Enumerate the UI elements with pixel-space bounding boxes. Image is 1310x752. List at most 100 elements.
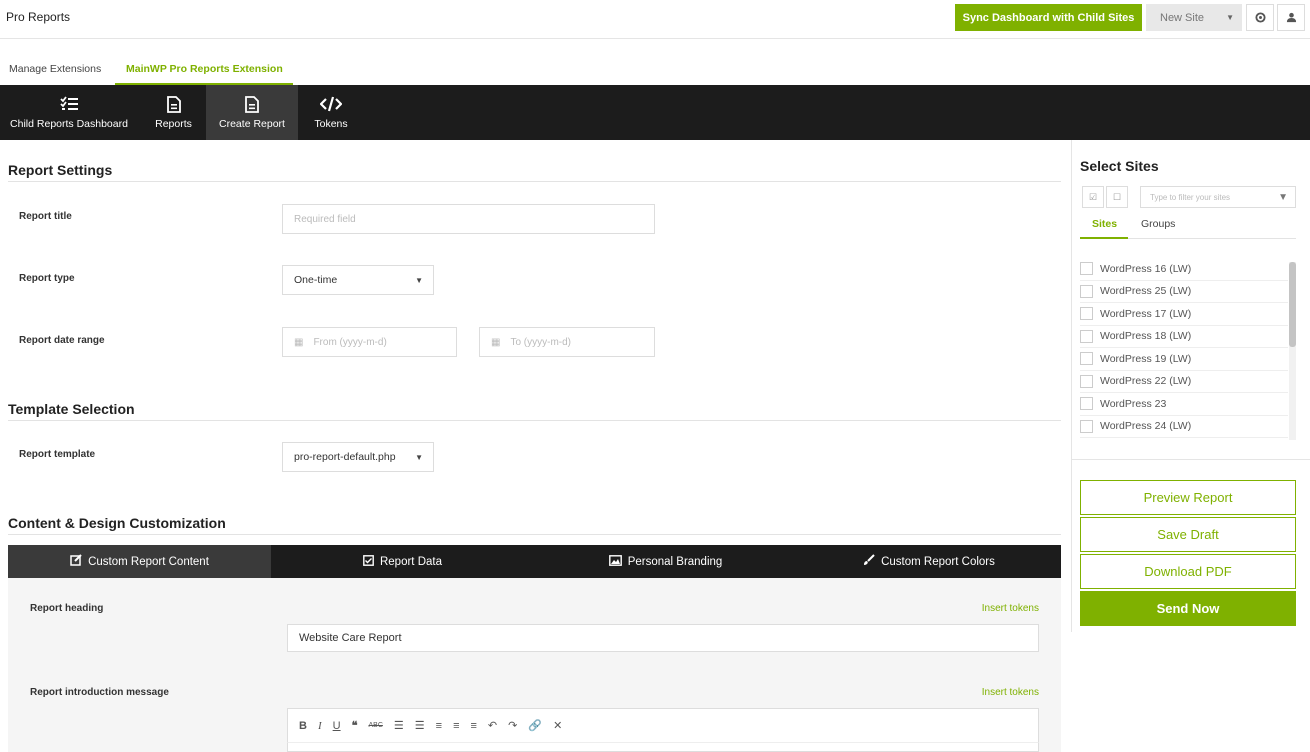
blockquote-icon[interactable]: ❝ <box>352 719 358 732</box>
tab-sites[interactable]: Sites <box>1092 218 1117 230</box>
date-from-input[interactable]: ▦ From (yyyy-m-d) <box>282 327 457 357</box>
date-to-placeholder: To (yyyy-m-d) <box>510 336 572 348</box>
tab-label: Personal Branding <box>627 555 723 568</box>
tab-groups[interactable]: Groups <box>1141 218 1175 230</box>
new-site-button[interactable]: New Site ▼ <box>1146 4 1242 31</box>
align-right-icon[interactable]: ≡ <box>471 720 477 732</box>
chevron-down-icon: ▼ <box>1226 13 1234 22</box>
italic-icon[interactable]: I <box>318 720 322 732</box>
report-title-label: Report title <box>19 211 72 222</box>
top-bar: Pro Reports Sync Dashboard with Child Si… <box>0 0 1310 39</box>
site-row[interactable]: WordPress 24 (LW) <box>1080 416 1288 438</box>
site-row[interactable]: WordPress 19 (LW) <box>1080 348 1288 371</box>
tasks-list-icon <box>60 95 78 113</box>
site-checkbox[interactable] <box>1080 397 1093 411</box>
sub-navigation: Manage Extensions MainWP Pro Reports Ext… <box>0 56 1310 85</box>
site-row[interactable]: WordPress 23 <box>1080 393 1288 416</box>
checkbox-icon <box>363 554 374 569</box>
numbered-list-icon[interactable]: ☰ <box>415 719 425 732</box>
report-heading-label: Report heading <box>30 603 104 614</box>
strikethrough-icon[interactable]: ABC <box>369 722 383 729</box>
site-row[interactable]: WordPress 18 (LW) <box>1080 326 1288 348</box>
report-heading-input[interactable]: Website Care Report <box>287 624 1039 652</box>
tab-tokens[interactable]: Tokens <box>300 85 362 140</box>
tab-personal-branding[interactable]: Personal Branding <box>534 545 797 578</box>
report-type-select[interactable]: One-time ▼ <box>282 265 434 295</box>
tab-custom-report-colors[interactable]: Custom Report Colors <box>797 545 1061 578</box>
support-icon[interactable] <box>1246 4 1274 31</box>
report-template-select[interactable]: pro-report-default.php ▼ <box>282 442 434 472</box>
new-site-label: New Site <box>1160 11 1205 24</box>
divider <box>8 181 1061 182</box>
code-icon <box>320 95 342 113</box>
fullscreen-icon[interactable]: ✕ <box>553 719 562 732</box>
site-checkbox[interactable] <box>1080 419 1093 433</box>
site-name: WordPress 17 (LW) <box>1100 307 1192 320</box>
date-from-placeholder: From (yyyy-m-d) <box>313 336 387 348</box>
site-row[interactable]: WordPress 16 (LW) <box>1080 258 1288 281</box>
tab-label: Child Reports Dashboard <box>10 118 128 130</box>
site-row[interactable]: WordPress 25 (LW) <box>1080 281 1288 303</box>
filter-icon: ▼ <box>1278 192 1288 203</box>
tab-reports[interactable]: Reports <box>141 85 206 140</box>
intro-editor-body[interactable] <box>287 742 1039 752</box>
preview-report-button[interactable]: Preview Report <box>1080 480 1296 515</box>
subnav-pro-reports-extension[interactable]: MainWP Pro Reports Extension <box>126 63 283 75</box>
site-name: WordPress 16 (LW) <box>1100 262 1192 275</box>
site-checkbox[interactable] <box>1080 374 1093 388</box>
undo-icon[interactable]: ↶ <box>488 719 497 732</box>
bold-icon[interactable]: B <box>299 720 307 732</box>
insert-tokens-link[interactable]: Insert tokens <box>982 687 1039 698</box>
report-type-label: Report type <box>19 273 75 284</box>
user-icon[interactable] <box>1277 4 1305 31</box>
date-to-input[interactable]: ▦ To (yyyy-m-d) <box>479 327 655 357</box>
sync-dashboard-button[interactable]: Sync Dashboard with Child Sites <box>955 4 1142 31</box>
report-title-placeholder: Required field <box>294 213 356 225</box>
tab-label: Custom Report Colors <box>881 555 995 568</box>
link-icon[interactable]: 🔗 <box>528 719 542 732</box>
divider <box>8 534 1061 535</box>
editor-toolbar: B I U ❝ ABC ☰ ☰ ≡ ≡ ≡ ↶ ↷ 🔗 ✕ <box>287 708 1039 742</box>
deselect-all-checkbox-icon[interactable]: ☐ <box>1106 186 1128 208</box>
site-checkbox[interactable] <box>1080 352 1093 366</box>
insert-tokens-link[interactable]: Insert tokens <box>982 603 1039 614</box>
redo-icon[interactable]: ↷ <box>508 719 517 732</box>
tab-child-reports-dashboard[interactable]: Child Reports Dashboard <box>0 85 138 140</box>
site-checkbox[interactable] <box>1080 329 1093 343</box>
tab-custom-report-content[interactable]: Custom Report Content <box>8 545 271 578</box>
site-row[interactable]: WordPress 22 (LW) <box>1080 371 1288 393</box>
report-title-input[interactable]: Required field <box>282 204 655 234</box>
site-filter-input[interactable]: Type to filter your sites ▼ <box>1140 186 1296 208</box>
calendar-icon: ▦ <box>491 336 501 348</box>
scrollbar-thumb[interactable] <box>1289 262 1296 347</box>
site-checkbox[interactable] <box>1080 284 1093 298</box>
report-template-label: Report template <box>19 449 96 460</box>
tab-report-data[interactable]: Report Data <box>271 545 534 578</box>
subnav-manage-extensions[interactable]: Manage Extensions <box>9 63 101 75</box>
template-selection-heading: Template Selection <box>8 401 135 417</box>
divider <box>8 420 1061 421</box>
site-name: WordPress 19 (LW) <box>1100 352 1192 365</box>
save-draft-button[interactable]: Save Draft <box>1080 517 1296 552</box>
underline-icon[interactable]: U <box>333 720 341 732</box>
report-heading-value: Website Care Report <box>299 632 402 644</box>
tab-label: Tokens <box>314 118 348 130</box>
select-all-checkbox-icon[interactable]: ☑ <box>1082 186 1104 208</box>
download-pdf-button[interactable]: Download PDF <box>1080 554 1296 589</box>
site-row[interactable]: WordPress 17 (LW) <box>1080 303 1288 326</box>
site-name: WordPress 18 (LW) <box>1100 330 1192 343</box>
tab-create-report[interactable]: Create Report <box>206 85 298 140</box>
site-checkbox[interactable] <box>1080 307 1093 321</box>
align-center-icon[interactable]: ≡ <box>453 720 459 732</box>
bulleted-list-icon[interactable]: ☰ <box>394 719 404 732</box>
document-icon <box>166 95 181 113</box>
tab-label: Reports <box>155 118 192 130</box>
site-checkbox[interactable] <box>1080 262 1093 276</box>
align-left-icon[interactable]: ≡ <box>436 720 442 732</box>
edit-icon <box>70 554 82 569</box>
page-title: Pro Reports <box>6 10 71 24</box>
report-settings-heading: Report Settings <box>8 162 113 178</box>
site-name: WordPress 25 (LW) <box>1100 285 1192 298</box>
tab-label: Report Data <box>379 555 442 568</box>
send-now-button[interactable]: Send Now <box>1080 591 1296 626</box>
